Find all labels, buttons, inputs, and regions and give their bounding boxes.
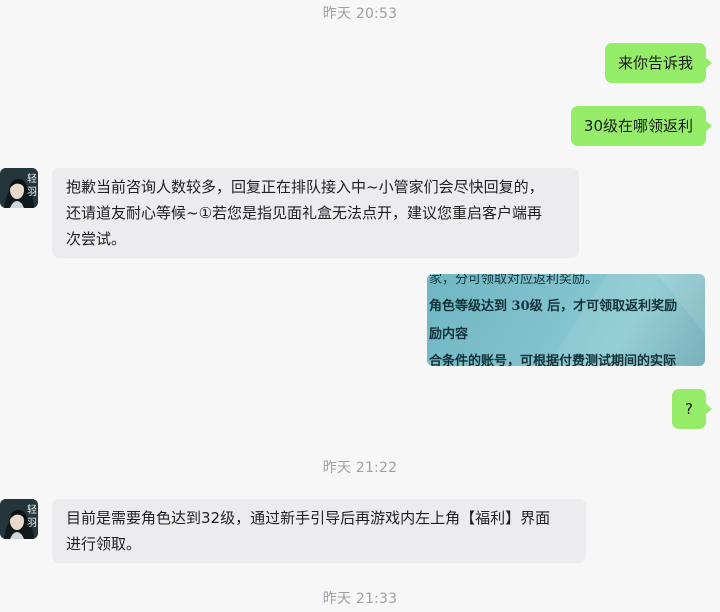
svg-text:轻: 轻: [27, 503, 37, 516]
support-avatar[interactable]: 轻 羽: [0, 168, 38, 208]
svg-text:轻: 轻: [27, 172, 37, 185]
support-avatar[interactable]: 轻 羽: [0, 499, 38, 539]
avatar-portrait-icon: 轻 羽: [0, 499, 38, 539]
image-text-line: 励内容: [429, 327, 469, 342]
image-text-line: 合条件的账号，可根据付费测试期间的实际: [429, 354, 677, 366]
incoming-message-bubble[interactable]: 目前是需要角色达到32级，通过新手引导后再游戏内左上角【福利】界面 进行领取。: [52, 499, 586, 563]
message-line: 进行领取。: [66, 535, 142, 553]
outgoing-message-bubble[interactable]: ?: [672, 389, 712, 429]
image-text-line: 角色等级达到 30级 后，才可领取返利奖励: [429, 299, 678, 314]
outgoing-message-bubble[interactable]: 来你告诉我: [604, 43, 713, 83]
message-line: 抱歉当前咨询人数较多，回复正在排队接入中~小管家们会尽快回复的，: [66, 178, 544, 196]
image-text-line: 家，分可领取对应返利奖励。: [429, 274, 599, 287]
incoming-message-bubble[interactable]: 抱歉当前咨询人数较多，回复正在排队接入中~小管家们会尽快回复的， 还请道友耐心等…: [52, 168, 579, 258]
timestamp: 昨天 20:53: [322, 6, 398, 22]
message-line: 还请道友耐心等候~①若您是指见面礼盒无法点开，建议您重启客户端再: [66, 204, 543, 222]
svg-text:羽: 羽: [27, 186, 37, 198]
image-message[interactable]: 家，分可领取对应返利奖励。 角色等级达到 30级 后，才可领取返利奖励 励内容 …: [427, 274, 705, 366]
message-line: 次尝试。: [66, 230, 127, 248]
avatar-portrait-icon: 轻 羽: [0, 168, 38, 208]
outgoing-message-bubble[interactable]: 30级在哪领返利: [570, 106, 713, 146]
timestamp: 昨天 21:33: [322, 591, 398, 607]
timestamp: 昨天 21:22: [322, 460, 398, 476]
svg-text:羽: 羽: [27, 517, 37, 529]
message-line: 目前是需要角色达到32级，通过新手引导后再游戏内左上角【福利】界面: [66, 509, 551, 527]
